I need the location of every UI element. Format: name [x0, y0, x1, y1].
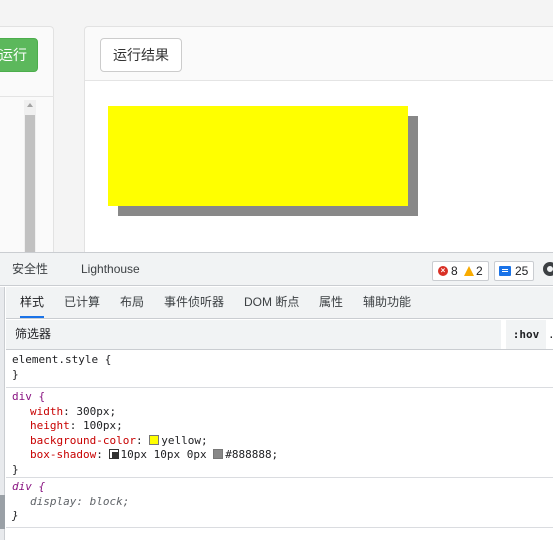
- property-colon: :: [96, 448, 110, 462]
- subtab-properties[interactable]: 属性: [319, 287, 343, 318]
- demo-yellow-box: [108, 106, 408, 206]
- messages-counter[interactable]: 25: [494, 261, 534, 281]
- div-author-rule[interactable]: div { width: 300px; height: 100px; backg…: [6, 390, 553, 478]
- property-value[interactable]: yellow;: [161, 434, 207, 447]
- property-name: height: [30, 419, 70, 433]
- subtab-accessibility[interactable]: 辅助功能: [363, 287, 411, 318]
- property-colon: :: [76, 494, 90, 508]
- subtab-layout[interactable]: 布局: [120, 287, 144, 318]
- scroll-up-arrow-icon[interactable]: [27, 103, 33, 107]
- scroll-thumb[interactable]: [25, 115, 35, 252]
- property-space: [207, 448, 214, 461]
- element-style-rule[interactable]: element.style { }: [6, 353, 553, 388]
- message-icon: [499, 266, 511, 276]
- div-user-agent-rule[interactable]: div { display: block; }: [6, 480, 553, 528]
- subtab-event-listeners[interactable]: 事件侦听器: [164, 287, 224, 318]
- error-count: 8: [451, 264, 458, 278]
- hov-toggle-button[interactable]: :hov: [506, 320, 546, 349]
- filter-input[interactable]: 筛选器: [6, 320, 501, 349]
- result-body: [85, 81, 553, 252]
- warning-count: 2: [476, 264, 483, 278]
- gutter-scroll-thumb[interactable]: [0, 495, 5, 529]
- property-line[interactable]: box-shadow: 10px 10px 0px #888888;: [12, 448, 553, 463]
- property-value[interactable]: 300px;: [76, 405, 116, 418]
- property-name: background-color: [30, 433, 136, 447]
- editor-scrollbar[interactable]: [24, 100, 36, 252]
- property-name: box-shadow: [30, 448, 97, 462]
- page-preview-area: 运行 运行结果: [0, 0, 553, 252]
- styles-subtab-bar: 样式 已计算 布局 事件侦听器 DOM 断点 属性 辅助功能: [6, 287, 553, 319]
- result-tab[interactable]: 运行结果: [100, 38, 182, 72]
- property-line[interactable]: background-color: yellow;: [12, 434, 553, 449]
- filter-more-button[interactable]: .: [548, 320, 553, 349]
- warning-icon: [464, 266, 474, 276]
- property-name: display: [30, 494, 77, 508]
- property-colon: :: [63, 404, 77, 418]
- property-line[interactable]: width: 300px;: [12, 405, 553, 420]
- message-count: 25: [515, 264, 529, 278]
- property-value: block;: [89, 494, 130, 508]
- rule-selector: element.style {: [12, 353, 112, 366]
- subtab-computed[interactable]: 已计算: [64, 287, 100, 318]
- devtools-top-tabbar: 安全性 Lighthouse × 8 2 25: [0, 253, 553, 286]
- property-color-value[interactable]: #888888;: [225, 448, 278, 461]
- styles-filter-bar: 筛选器 :hov .: [6, 320, 553, 350]
- rule-close: }: [12, 367, 19, 381]
- tab-lighthouse[interactable]: Lighthouse: [81, 253, 140, 286]
- issues-counter[interactable]: × 8 2: [432, 261, 489, 281]
- rule-selector: div {: [12, 390, 46, 403]
- gear-icon[interactable]: [543, 262, 553, 276]
- subtab-styles[interactable]: 样式: [20, 287, 45, 318]
- property-line[interactable]: height: 100px;: [12, 419, 553, 434]
- color-swatch-icon[interactable]: [213, 449, 224, 460]
- rule-selector: div {: [12, 480, 46, 493]
- error-icon: ×: [438, 266, 448, 276]
- property-colon: :: [135, 433, 150, 447]
- color-swatch-icon[interactable]: [149, 434, 160, 445]
- editor-divider: [0, 96, 54, 97]
- styles-rules-pane: element.style { } div { width: 300px; he…: [6, 351, 553, 540]
- property-name: width: [30, 404, 64, 418]
- rule-close: }: [12, 509, 19, 523]
- subtab-dom-breakpoints[interactable]: DOM 断点: [244, 287, 299, 318]
- shadow-editor-icon[interactable]: [109, 449, 120, 460]
- rule-close: }: [12, 462, 19, 476]
- property-line: display: block;: [12, 495, 553, 510]
- property-value[interactable]: 100px;: [83, 419, 123, 432]
- property-colon: :: [69, 419, 83, 433]
- run-button[interactable]: 运行: [0, 38, 38, 72]
- property-value[interactable]: 10px 10px 0px: [120, 448, 206, 461]
- devtools-panel: 安全性 Lighthouse × 8 2 25 样式 已计算 布局 事件侦听器 …: [0, 252, 553, 540]
- tab-security[interactable]: 安全性: [12, 253, 48, 286]
